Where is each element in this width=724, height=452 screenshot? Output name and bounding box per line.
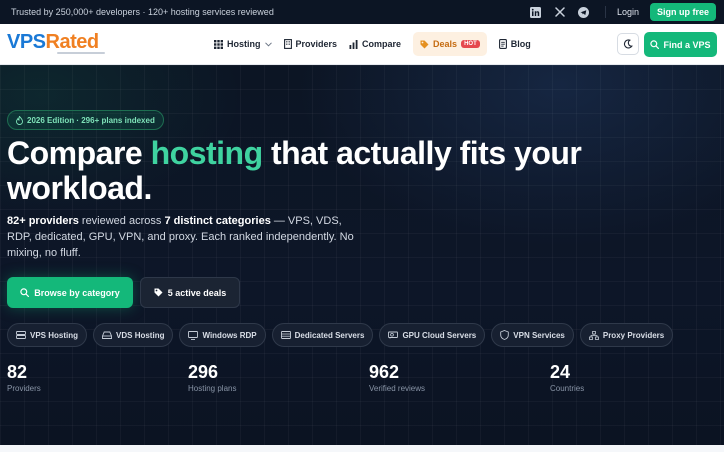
chip-gpu-cloud-servers[interactable]: GPU Cloud Servers [379, 323, 486, 347]
stat-label: Countries [550, 384, 585, 393]
document-icon [498, 39, 507, 49]
chevron-down-icon [264, 41, 272, 47]
hot-badge: HOT [461, 40, 480, 48]
signup-button[interactable]: Sign up free [649, 3, 716, 21]
chip-label: Windows RDP [202, 330, 257, 340]
nav-providers[interactable]: Providers [278, 32, 344, 56]
site-logo[interactable]: VPSRated [7, 31, 105, 58]
stat-label: Verified reviews [369, 384, 426, 393]
nav-compare[interactable]: Compare [343, 32, 407, 56]
bar-chart-icon [349, 39, 358, 49]
hero-description: 82+ providers reviewed across 7 distinct… [7, 213, 367, 261]
logo-tagline-mark [57, 52, 105, 54]
gpu-icon [388, 331, 399, 339]
stat-label: Hosting plans [188, 384, 237, 393]
active-deals-label: 5 active deals [167, 287, 227, 298]
linkedin-icon[interactable] [528, 4, 544, 20]
chip-vpn-services[interactable]: VPN Services [491, 323, 574, 347]
chip-label: VPS Hosting [30, 330, 79, 340]
find-vps-label: Find a VPS [663, 39, 711, 50]
chip-label: GPU Cloud Servers [402, 330, 477, 340]
stat-value: 296 [188, 362, 219, 382]
hard-drive-icon [102, 331, 112, 339]
nav-providers-label: Providers [295, 39, 338, 49]
category-chips: VPS Hosting VDS Hosting Windows RDP Dedi… [7, 323, 679, 347]
chip-dedicated-servers[interactable]: Dedicated Servers [271, 323, 374, 347]
building-icon [283, 39, 292, 49]
nav-hosting[interactable]: Hosting [208, 32, 278, 56]
chip-windows-rdp[interactable]: Windows RDP [179, 323, 266, 347]
hero-title: Compare hosting that actually fits your … [7, 136, 607, 206]
chip-label: Dedicated Servers [294, 330, 365, 340]
chip-label: Proxy Providers [602, 330, 665, 340]
network-icon [588, 330, 599, 340]
chip-vps-hosting[interactable]: VPS Hosting [7, 323, 88, 347]
stat-label: Providers [7, 384, 41, 393]
monitor-icon [188, 330, 199, 340]
theme-toggle-button[interactable] [617, 33, 639, 55]
nav-deals-label: Deals [433, 39, 458, 49]
lead-bold-providers: 82+ providers [7, 215, 79, 227]
stat-value: 82 [7, 362, 28, 382]
grid-icon [214, 39, 223, 49]
stat-value: 962 [369, 362, 400, 382]
nav-compare-label: Compare [362, 39, 402, 49]
browse-by-category-button[interactable]: Browse by category [7, 277, 133, 308]
chip-label: VPN Services [513, 330, 565, 340]
tag-icon [154, 288, 163, 297]
nav-blog-label: Blog [510, 39, 531, 49]
chip-proxy-providers[interactable]: Proxy Providers [579, 323, 674, 347]
chip-vds-hosting[interactable]: VDS Hosting [93, 323, 174, 347]
search-icon [20, 288, 30, 297]
nav-links: Hosting Providers Compare Deals HOT Blog [208, 24, 537, 64]
edition-badge-label: 2026 Edition · 296+ plans indexed [27, 115, 155, 125]
hero-title-highlight: hosting [150, 135, 264, 171]
next-section-edge [0, 445, 724, 452]
shield-icon [500, 330, 510, 340]
stat-value: 24 [550, 362, 571, 382]
server-rack-icon [280, 331, 291, 339]
x-icon[interactable] [552, 4, 568, 20]
stat-verified-reviews: 962 Verified reviews [369, 362, 425, 393]
server-icon [16, 331, 26, 339]
chip-label: VDS Hosting [116, 330, 165, 340]
search-icon [650, 40, 660, 49]
lead-bold-categories: 7 distinct categories [164, 215, 271, 227]
hero-section: 2026 Edition · 296+ plans indexed Compar… [0, 65, 724, 445]
main-navbar: VPSRated Hosting Providers Compare Deals… [0, 24, 724, 65]
divider [604, 6, 606, 18]
logo-vps: VPS [7, 31, 46, 53]
active-deals-button[interactable]: 5 active deals [140, 277, 240, 308]
telegram-icon[interactable] [576, 4, 592, 20]
lead-text-1: reviewed across [78, 215, 165, 227]
tag-icon [420, 40, 429, 49]
stat-countries: 24 Countries [550, 362, 584, 393]
nav-blog[interactable]: Blog [493, 32, 537, 56]
edition-badge: 2026 Edition · 296+ plans indexed [7, 110, 164, 130]
hero-title-part1: Compare [7, 135, 151, 171]
stat-hosting-plans: 296 Hosting plans [188, 362, 236, 393]
moon-icon [623, 39, 633, 49]
nav-deals[interactable]: Deals HOT [413, 32, 487, 56]
trust-message: Trusted by 250,000+ developers · 120+ ho… [11, 7, 274, 17]
browse-by-category-label: Browse by category [34, 287, 120, 298]
stat-providers: 82 Providers [7, 362, 41, 393]
logo-rated: Rated [45, 31, 100, 53]
find-vps-button[interactable]: Find a VPS [644, 32, 717, 57]
nav-hosting-label: Hosting [227, 39, 261, 49]
announcement-bar: Trusted by 250,000+ developers · 120+ ho… [0, 0, 724, 24]
login-link[interactable]: Login [617, 7, 639, 17]
flame-icon [16, 115, 23, 125]
topbar-actions: Login Sign up free [520, 3, 716, 21]
